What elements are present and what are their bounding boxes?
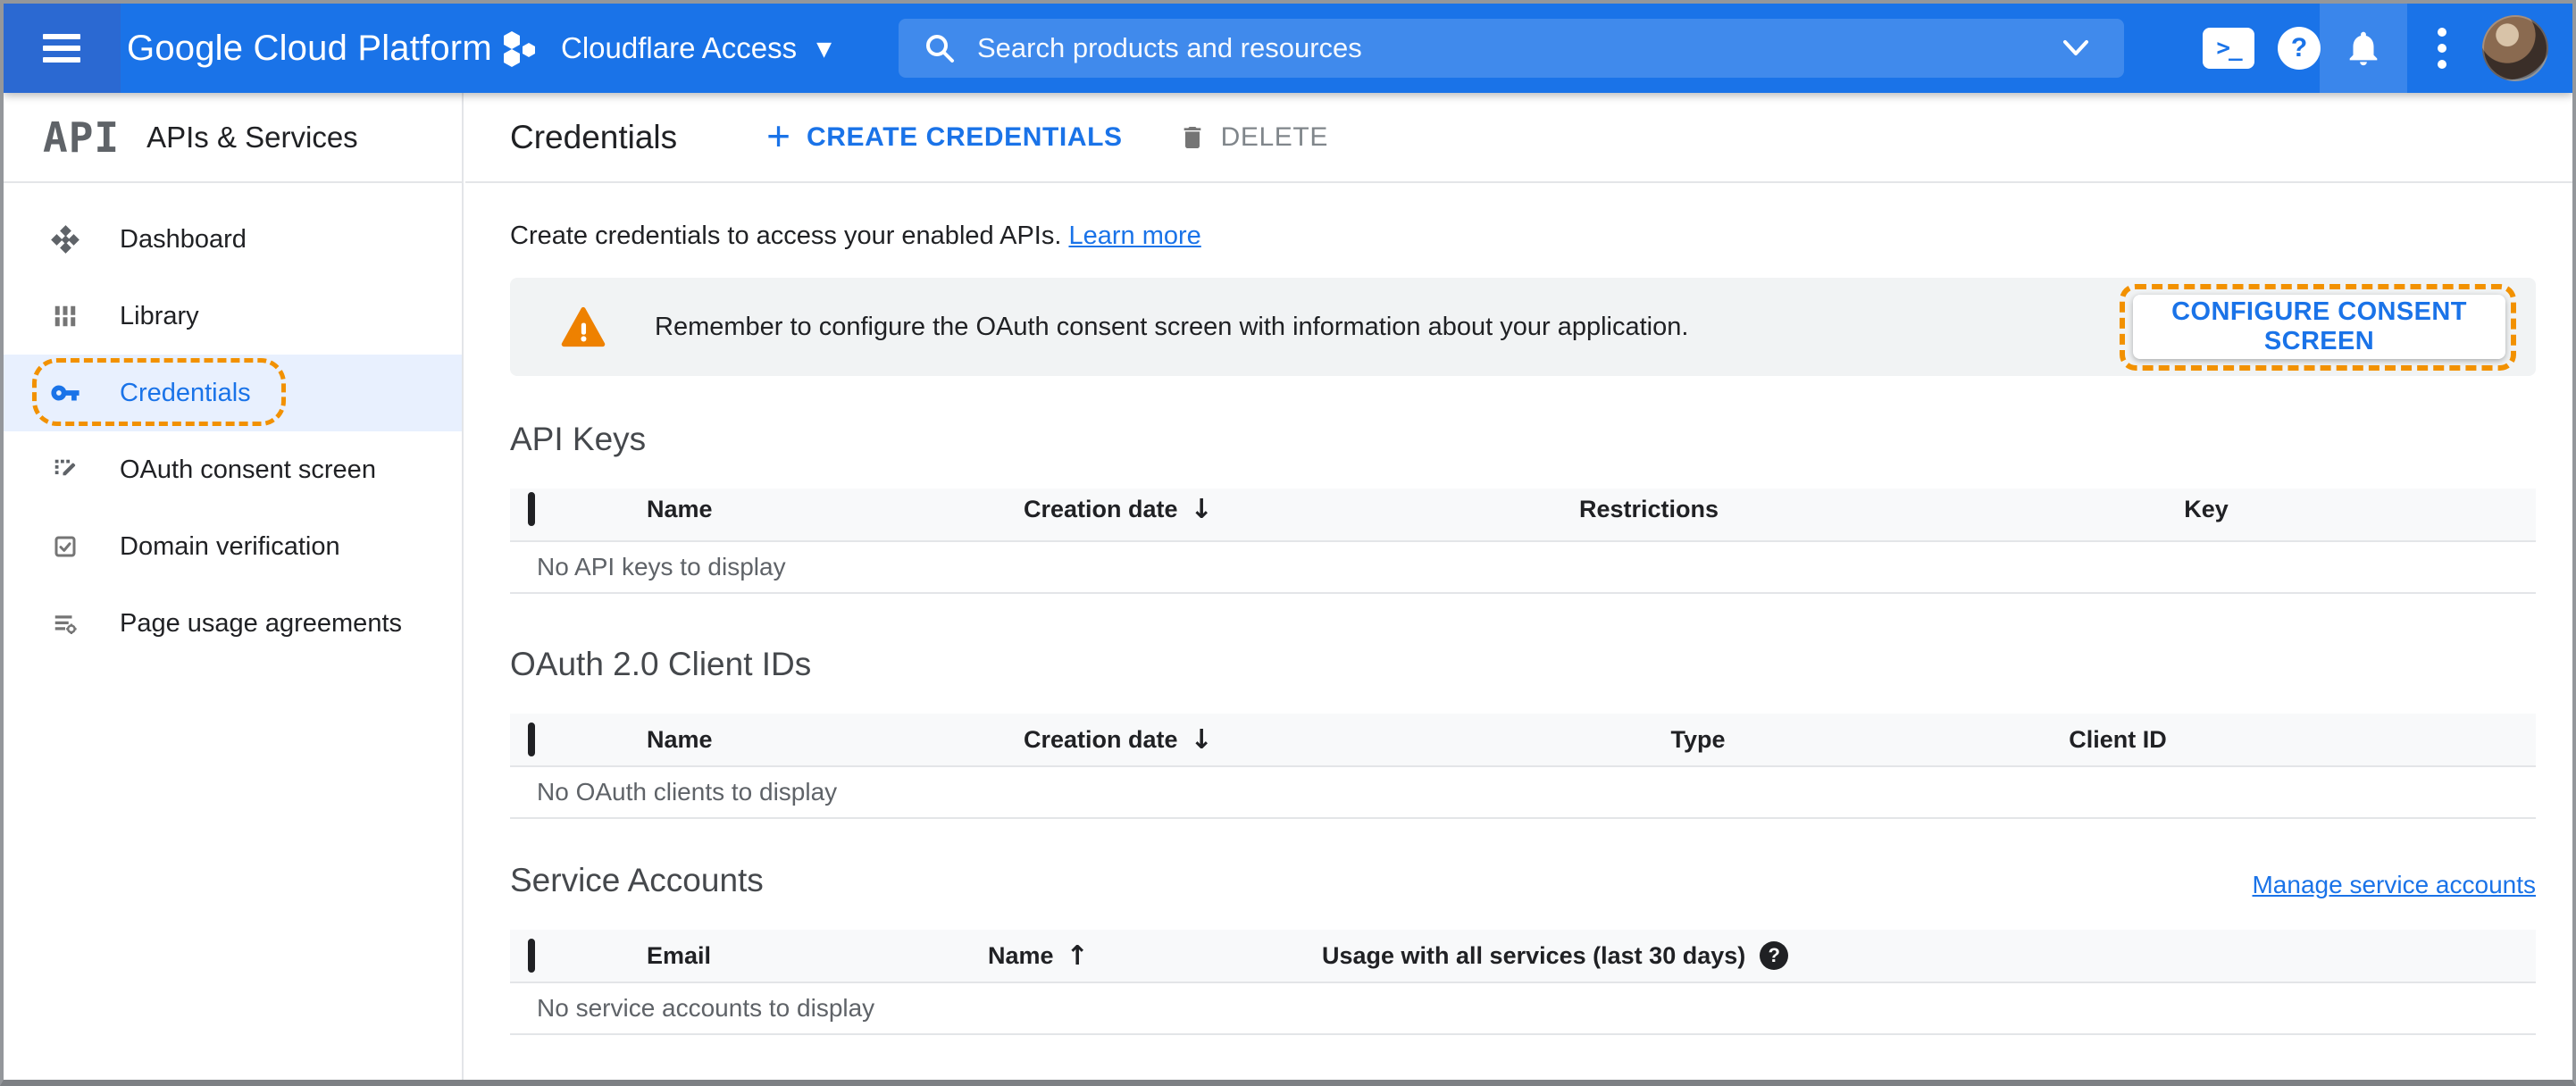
service-accounts-empty-state: No service accounts to display: [510, 983, 2536, 1035]
column-header-email: Email: [647, 941, 712, 969]
notice-message: Remember to configure the OAuth consent …: [655, 312, 1689, 341]
column-header-client-id: Client ID: [2069, 725, 2167, 753]
three-dots-icon: [2438, 28, 2446, 69]
sidebar: API APIs & Services Dashboard Library Cr…: [4, 93, 464, 1080]
more-options-button[interactable]: [2421, 4, 2463, 93]
trash-icon: [1183, 126, 1200, 148]
column-header-name: Name: [647, 495, 713, 522]
menu-icon[interactable]: [43, 34, 80, 63]
service-accounts-table-header: Email Name ↑ Usage with all services (la…: [510, 930, 2536, 983]
column-header-name: Name: [647, 725, 713, 753]
manage-service-accounts-link[interactable]: Manage service accounts: [2252, 871, 2536, 899]
sort-desc-icon: ↓: [1190, 493, 1213, 525]
project-name: Cloudflare Access: [561, 31, 798, 64]
column-header-creation-date[interactable]: Creation date ↓: [974, 494, 1421, 525]
oauth-clients-empty-state: No OAuth clients to display: [510, 767, 2536, 819]
sidebar-item-library[interactable]: Library: [4, 278, 462, 355]
warning-icon: [561, 306, 606, 347]
project-hexagons-icon: [504, 31, 535, 67]
select-all-checkbox[interactable]: [528, 722, 535, 756]
help-icon: ?: [2278, 27, 2321, 70]
key-icon: [50, 378, 80, 408]
column-header-key: Key: [2184, 495, 2229, 522]
sort-asc-icon: ↑: [1066, 940, 1089, 972]
page-usage-icon: [50, 608, 80, 639]
sidebar-item-page-usage-agreements[interactable]: Page usage agreements: [4, 585, 462, 662]
sidebar-item-credentials[interactable]: Credentials: [4, 355, 462, 431]
section-title-service-accounts: Service Accounts: [510, 862, 764, 898]
create-credentials-button[interactable]: + CREATE CREDENTIALS: [766, 115, 1122, 160]
notifications-button[interactable]: [2320, 4, 2407, 93]
consent-notice-banner: Remember to configure the OAuth consent …: [510, 278, 2536, 376]
library-icon: [50, 301, 80, 331]
select-all-checkbox[interactable]: [528, 491, 535, 526]
page-title: Credentials: [510, 118, 678, 155]
oauth-clients-table-header: Name Creation date ↓ Type Client ID: [510, 714, 2536, 767]
consent-screen-icon: [50, 455, 80, 485]
gcp-console-window: Google Cloud Platform Cloudflare Access …: [0, 0, 2576, 1086]
search-bar[interactable]: [899, 19, 2124, 78]
sort-desc-icon: ↓: [1190, 723, 1213, 756]
project-dropdown-icon: ▼: [816, 38, 832, 61]
column-header-usage: Usage with all services (last 30 days) ?: [1314, 941, 2536, 970]
sidebar-header: API APIs & Services: [4, 93, 462, 183]
project-selector[interactable]: Cloudflare Access ▼: [500, 4, 832, 93]
nav-menu-zone[interactable]: [4, 4, 121, 93]
sidebar-item-dashboard[interactable]: Dashboard: [4, 201, 462, 278]
api-product-logo: API: [43, 113, 121, 162]
avatar: [2482, 15, 2548, 81]
sidebar-nav: Dashboard Library Credentials OAuth cons…: [4, 201, 462, 662]
api-keys-table-header: Name Creation date ↓ Restrictions Key: [510, 489, 2536, 542]
page-content: Create credentials to access your enable…: [465, 221, 2572, 1035]
page-toolbar: Credentials + CREATE CREDENTIALS DELETE: [465, 93, 2572, 183]
search-input[interactable]: [977, 32, 2058, 64]
account-button[interactable]: [2480, 4, 2551, 93]
column-header-name[interactable]: Name ↑: [939, 940, 1314, 972]
sidebar-product-title: APIs & Services: [146, 120, 358, 154]
section-title-api-keys: API Keys: [510, 421, 647, 457]
sidebar-item-oauth-consent-screen[interactable]: OAuth consent screen: [4, 431, 462, 508]
column-header-restrictions: Restrictions: [1578, 495, 1719, 522]
cloud-shell-icon: >_: [2203, 28, 2254, 69]
usage-help-icon[interactable]: ?: [1760, 941, 1789, 970]
intro-text: Create credentials to access your enable…: [510, 221, 1201, 250]
domain-verification-icon: [50, 531, 80, 562]
cloud-shell-button[interactable]: >_: [2199, 4, 2258, 93]
top-app-bar: Google Cloud Platform Cloudflare Access …: [4, 4, 2572, 93]
select-all-checkbox[interactable]: [528, 938, 535, 973]
help-button[interactable]: ?: [2276, 4, 2322, 93]
configure-consent-screen-button[interactable]: CONFIGURE CONSENT SCREEN: [2133, 295, 2505, 359]
section-title-oauth-clients: OAuth 2.0 Client IDs: [510, 646, 812, 682]
main-panel: Credentials + CREATE CREDENTIALS DELETE …: [465, 93, 2572, 1080]
gcp-logo[interactable]: Google Cloud Platform: [127, 4, 492, 93]
column-header-type: Type: [1670, 725, 1726, 753]
api-keys-empty-state: No API keys to display: [510, 542, 2536, 594]
bell-icon: [2349, 31, 2378, 66]
dashboard-icon: [50, 224, 80, 255]
delete-button[interactable]: DELETE: [1178, 122, 1328, 153]
plus-icon: +: [766, 112, 791, 159]
chevron-down-icon[interactable]: [2058, 37, 2094, 60]
search-icon: [926, 35, 954, 63]
sidebar-item-domain-verification[interactable]: Domain verification: [4, 508, 462, 585]
column-header-creation-date[interactable]: Creation date ↓: [974, 724, 1421, 756]
learn-more-link[interactable]: Learn more: [1068, 221, 1200, 250]
